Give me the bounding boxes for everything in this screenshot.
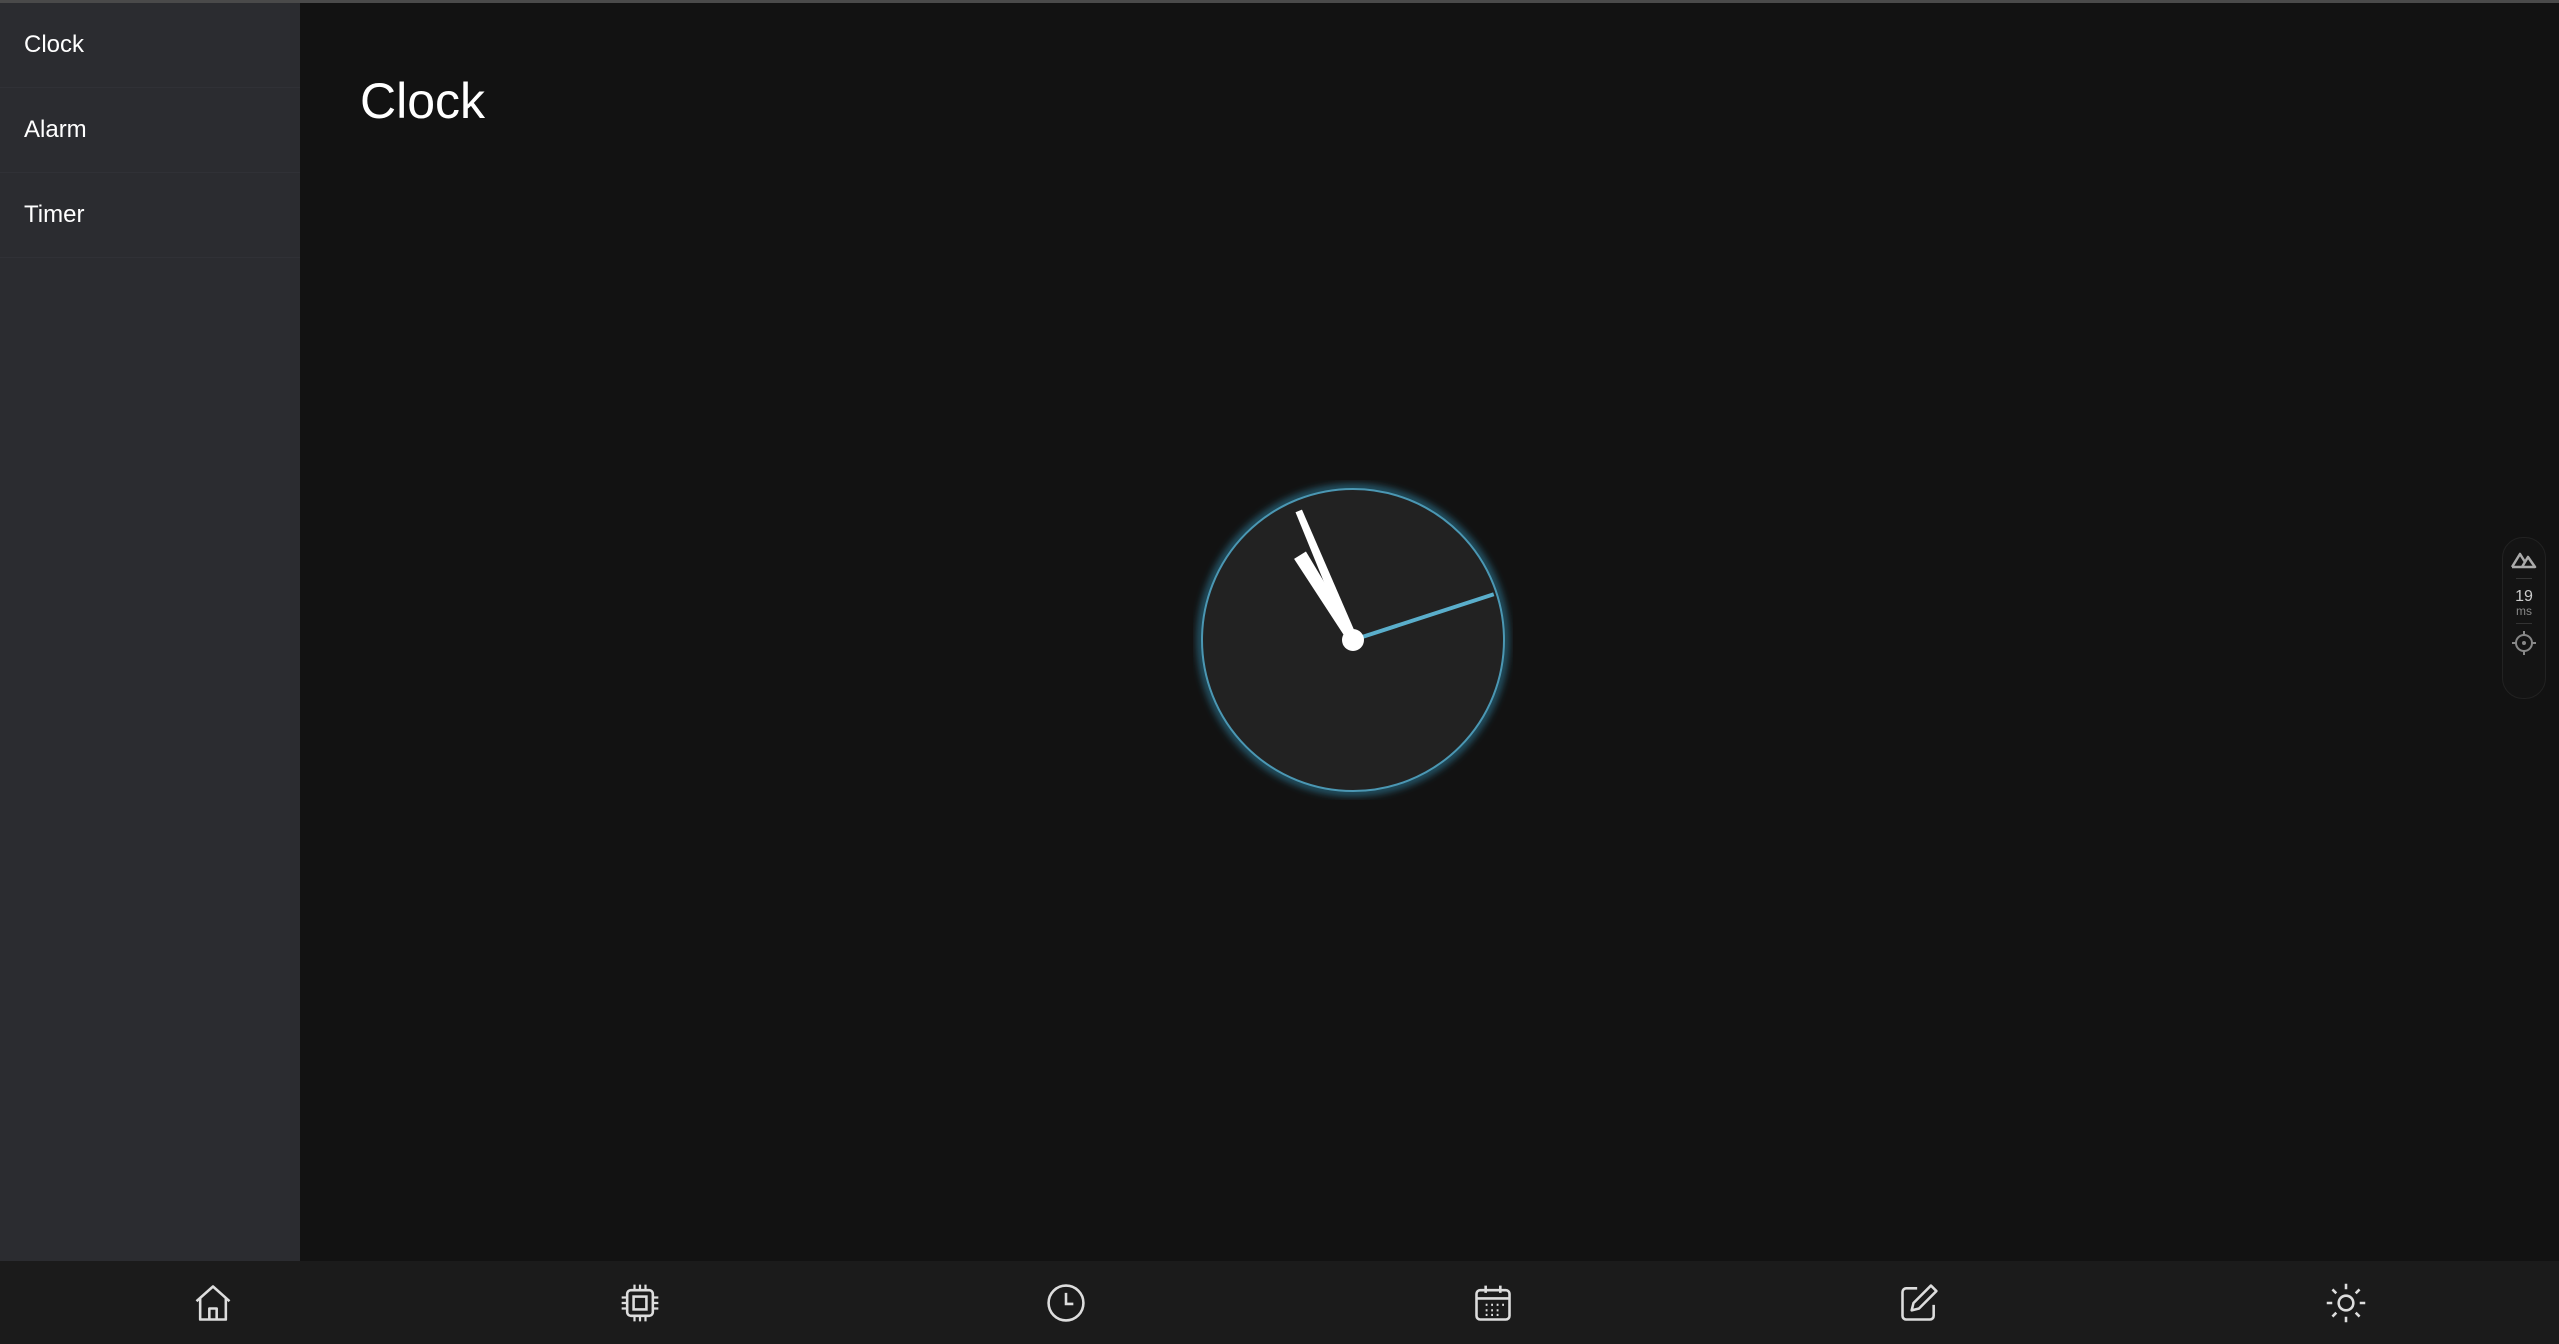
window-top-border [0,0,2559,3]
sidebar-item-label: Timer [24,201,85,228]
sidebar-item-timer[interactable]: Timer [0,173,300,258]
page-title: Clock [360,73,486,129]
calendar-icon [1474,1285,1511,1321]
nav-edit-button[interactable] [1706,1261,2133,1344]
sidebar: Clock Alarm Timer [0,3,300,1261]
devtools-panel: 19 ms [2502,537,2546,699]
sidebar-item-label: Alarm [24,116,87,143]
render-time-value: 19 [2515,588,2533,605]
divider [2516,623,2532,624]
sidebar-item-clock[interactable]: Clock [0,3,300,88]
analog-clock [1198,485,1508,795]
clock-icon [1047,1283,1085,1322]
inspect-target-icon[interactable] [2511,630,2537,656]
render-time-unit: ms [2516,604,2532,618]
nav-clock-button[interactable] [853,1261,1280,1344]
clock-center-pin [1342,629,1364,651]
divider [2516,578,2532,579]
sidebar-item-alarm[interactable]: Alarm [0,88,300,173]
brightness-icon [2326,1283,2365,1322]
edit-icon [1901,1283,1938,1321]
bottom-nav [0,1261,2559,1344]
nav-home-button[interactable] [0,1261,427,1344]
home-icon [195,1284,231,1321]
nav-chip-button[interactable] [427,1261,854,1344]
nav-calendar-button[interactable] [1280,1261,1707,1344]
chip-icon [621,1284,659,1321]
nuxt-logo-icon[interactable] [2509,548,2539,572]
nav-brightness-button[interactable] [2133,1261,2559,1344]
sidebar-item-label: Clock [24,31,85,58]
